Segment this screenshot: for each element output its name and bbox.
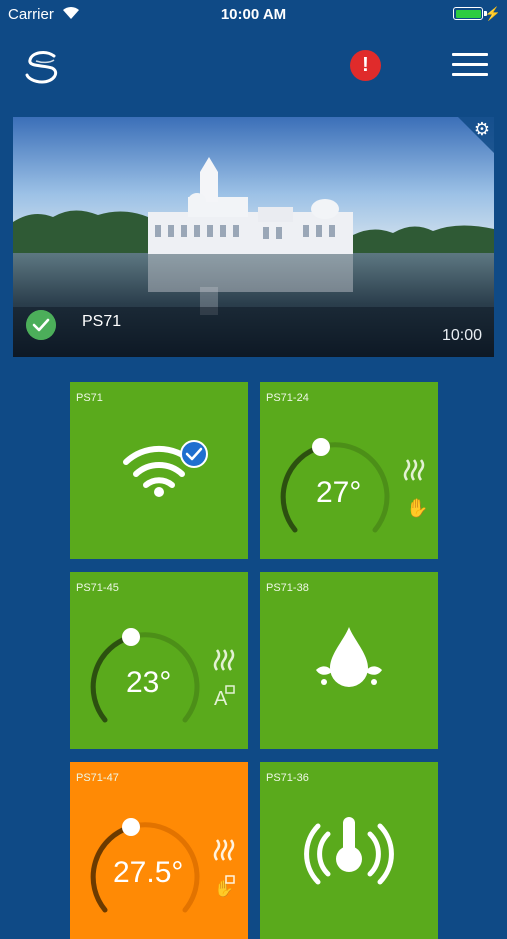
svg-text:✋: ✋ — [406, 497, 428, 519]
temperature-value: 27.5° — [113, 856, 184, 889]
temperature-value: 27° — [316, 476, 362, 509]
tile-ps71-24[interactable]: PS71-24 ✋ 27° — [260, 382, 438, 559]
location-name: PS71 — [82, 313, 122, 330]
hamburger-menu-icon[interactable] — [452, 53, 488, 77]
tile-ps71-45[interactable]: PS71-45 A 23° — [70, 572, 248, 749]
tile-ps71[interactable]: PS71 — [70, 382, 248, 559]
tile-ps71-36[interactable]: PS71-36 — [260, 762, 438, 939]
gear-icon[interactable]: ⚙ — [474, 119, 490, 140]
tile-ps71-47[interactable]: PS71-47 ✋ 27.5° — [70, 762, 248, 939]
location-time: 10:00 — [441, 327, 482, 344]
wifi-connected-icon — [123, 440, 208, 497]
water-drop-icon — [316, 627, 382, 687]
thermometer-signal-icon — [304, 817, 394, 885]
alert-icon[interactable]: ! — [350, 50, 381, 81]
thermostat-dial: ✋ — [280, 438, 428, 533]
check-icon — [26, 310, 56, 340]
temperature-value: 23° — [126, 666, 172, 699]
svg-text:✋: ✋ — [214, 879, 234, 898]
status-bar: Carrier 10:00 AM ⚡ — [0, 0, 507, 28]
clock: 10:00 AM — [220, 6, 287, 23]
location-banner[interactable]: ⚙ PS71 10:00 — [13, 117, 494, 357]
thermostat-dial: ✋ — [90, 818, 235, 913]
app-logo[interactable] — [24, 50, 64, 84]
battery-icon — [453, 7, 483, 20]
charging-icon: ⚡ — [484, 6, 501, 21]
thermostat-dial: A — [90, 628, 235, 723]
tile-ps71-38[interactable]: PS71-38 — [260, 572, 438, 749]
